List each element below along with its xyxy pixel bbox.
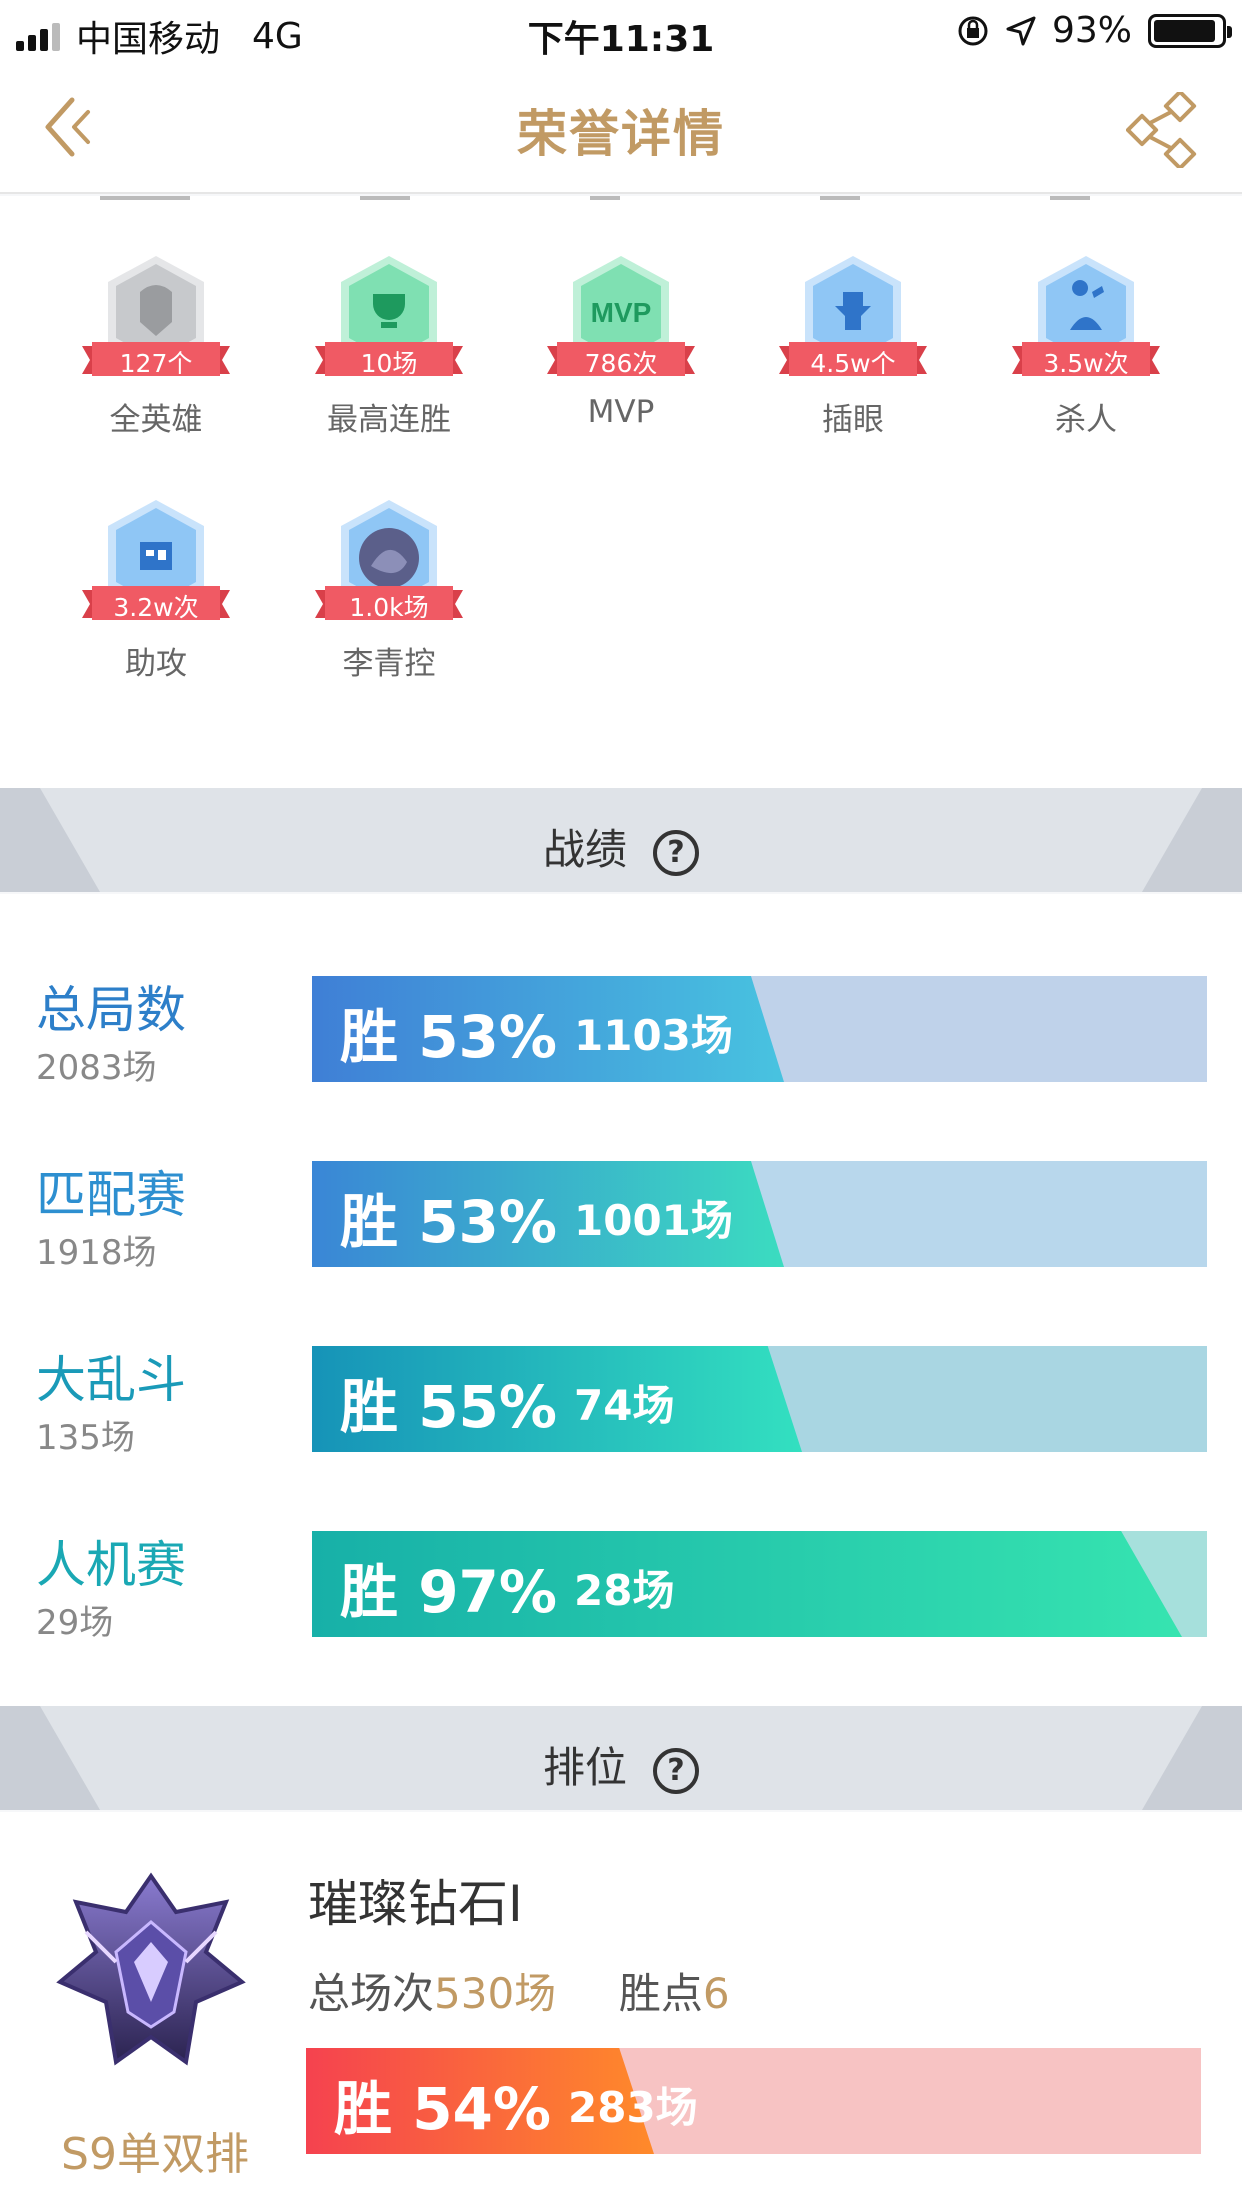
stat-row[interactable]: 人机赛 29场 胜 97% 28场 (0, 1525, 1242, 1643)
honor-label: 插眼 (822, 402, 884, 438)
stat-mode-total: 1918场 (36, 1233, 157, 1273)
stat-win-bar: 胜 53% 1001场 (312, 1161, 1207, 1267)
diamond-rank-emblem-icon (56, 1872, 246, 2066)
share-icon[interactable] (1126, 92, 1202, 168)
honor-label: 助攻 (125, 646, 187, 682)
honor-badge-icon: 127个 (82, 252, 230, 382)
ranked-card[interactable]: S9单双排 璀璨钻石I 总场次530场 胜点6 胜 54% 283场 (0, 1812, 1242, 2208)
honor-count: 10场 (360, 349, 418, 378)
svg-text:MVP: MVP (591, 297, 652, 328)
battery-icon (1148, 13, 1232, 48)
points-label: 胜点 (618, 1969, 703, 2018)
ranked-win-bar: 胜 54% 283场 (306, 2048, 1201, 2154)
stat-win-games: 1103场 (574, 1011, 733, 1060)
stat-win-rate: 胜 53% (340, 1188, 558, 1256)
honor-count: 786次 (584, 349, 658, 378)
stat-mode-name: 匹配赛 (36, 1166, 186, 1224)
honor-label: 最高连胜 (327, 402, 451, 438)
stat-mode-name: 总局数 (36, 981, 186, 1039)
honor-badge-icon: 4.5w个 (779, 252, 927, 382)
stat-row[interactable]: 总局数 2083场 胜 53% 1103场 (0, 970, 1242, 1088)
stat-win-games: 1001场 (574, 1196, 733, 1245)
honor-badge-icon: 3.2w次 (82, 496, 230, 626)
stat-win-games: 74场 (574, 1381, 675, 1430)
ranked-win-rate: 胜 54% (334, 2075, 552, 2143)
stat-win-games: 28场 (574, 1566, 675, 1615)
stat-row[interactable]: 大乱斗 135场 胜 55% 74场 (0, 1340, 1242, 1458)
total-games-value: 530场 (434, 1969, 557, 2018)
stat-mode-name: 大乱斗 (36, 1351, 186, 1409)
help-icon[interactable]: ? (653, 1748, 699, 1794)
ranked-section-header: 排位? (0, 1706, 1242, 1810)
honor-count: 4.5w个 (810, 349, 896, 378)
stat-mode-total: 29场 (36, 1603, 114, 1643)
stats-section-title: 战绩 (542, 825, 627, 874)
cut-off-labels (100, 196, 1090, 200)
honor-grid: 127个 全英雄 10场 最高连胜 MVP 786次 MVP 4.5w个 插眼 3.5w次 杀人 3.… (0, 196, 1242, 788)
honor-label: 全英雄 (109, 402, 203, 438)
honor-badge[interactable]: MVP 786次 MVP (505, 252, 737, 430)
honor-badge-icon: 3.5w次 (1012, 252, 1160, 382)
stat-win-bar: 胜 55% 74场 (312, 1346, 1207, 1452)
rotation-lock-icon (958, 16, 988, 45)
points-value: 6 (702, 1969, 730, 2018)
stat-win-rate: 胜 97% (340, 1558, 558, 1626)
help-icon[interactable]: ? (653, 830, 699, 876)
honor-badge[interactable]: 127个全英雄 (40, 252, 272, 439)
stat-win-bar: 胜 53% 1103场 (312, 976, 1207, 1082)
stat-mode-name: 人机赛 (36, 1536, 186, 1594)
page-title: 荣誉详情 (517, 105, 725, 163)
honor-badge[interactable]: 3.2w次助攻 (40, 496, 272, 683)
honor-label: 杀人 (1055, 402, 1117, 438)
honor-badge-icon: MVP 786次 (547, 252, 695, 382)
stat-mode-total: 135场 (36, 1418, 135, 1458)
stat-win-bar: 胜 97% 28场 (312, 1531, 1207, 1637)
stats-list: 总局数 2083场胜 53% 1103场 匹配赛 1918场胜 53% 1001场 大乱斗 1… (0, 894, 1242, 1706)
status-bar: 中国移动 4G 下午11:31 93% (0, 0, 1242, 62)
ranked-section-title: 排位 (542, 1743, 627, 1792)
rank-season-label: S9单双排 (61, 2129, 249, 2180)
ranked-win-games: 283场 (568, 2083, 698, 2132)
honor-count: 127个 (119, 349, 193, 378)
rank-meta: 总场次530场 胜点6 (308, 1960, 730, 2021)
honor-badge[interactable]: 10场最高连胜 (273, 252, 505, 439)
honor-badge[interactable]: 1.0k场李青控 (273, 496, 505, 683)
honor-count: 3.2w次 (113, 593, 199, 622)
honor-count: 3.5w次 (1043, 349, 1129, 378)
stat-win-rate: 胜 53% (340, 1003, 558, 1071)
honor-badge[interactable]: 4.5w个插眼 (737, 252, 969, 439)
honor-badge-icon: 1.0k场 (315, 496, 463, 626)
stat-mode-total: 2083场 (36, 1048, 157, 1088)
navigation-bar: 荣誉详情 (0, 62, 1242, 194)
honor-badge-icon: 10场 (315, 252, 463, 382)
battery-percent: 93% (1051, 10, 1132, 51)
honor-label: 李青控 (342, 646, 436, 682)
stats-section-header: 战绩? (0, 788, 1242, 892)
honor-count: 1.0k场 (349, 593, 429, 622)
honor-label: MVP (587, 394, 655, 430)
location-icon (1006, 16, 1036, 45)
stat-win-rate: 胜 55% (340, 1373, 558, 1441)
stat-row[interactable]: 匹配赛 1918场 胜 53% 1001场 (0, 1155, 1242, 1273)
total-games-label: 总场次 (308, 1969, 435, 2018)
rank-tier-label: 璀璨钻石I (308, 1875, 523, 1933)
honor-badge[interactable]: 3.5w次杀人 (970, 252, 1202, 439)
